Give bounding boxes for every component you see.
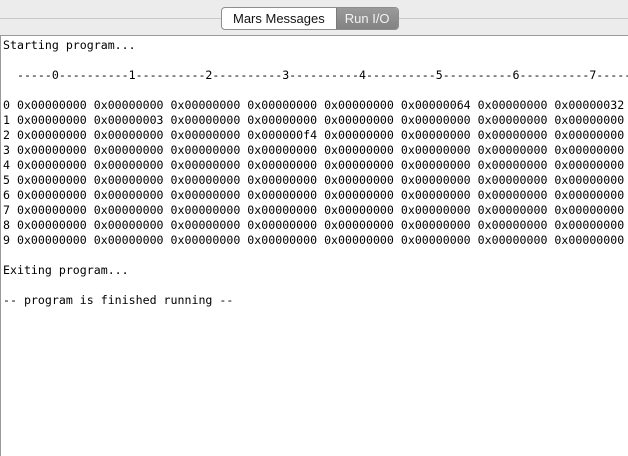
run-io-console[interactable]: Starting program... -----0----------1---… <box>0 35 628 456</box>
start-line: Starting program... <box>3 38 136 52</box>
tab-mars-messages[interactable]: Mars Messages <box>222 8 336 29</box>
tab-run-io[interactable]: Run I/O <box>335 8 398 29</box>
table-row: 4 0x00000000 0x00000000 0x00000000 0x000… <box>3 158 625 172</box>
table-row: 0 0x00000000 0x00000000 0x00000000 0x000… <box>3 98 625 112</box>
column-header: -----0----------1----------2----------3-… <box>3 68 628 82</box>
table-row: 2 0x00000000 0x00000000 0x00000000 0x000… <box>3 128 625 142</box>
table-row: 8 0x00000000 0x00000000 0x00000000 0x000… <box>3 218 625 232</box>
table-row: 5 0x00000000 0x00000000 0x00000000 0x000… <box>3 173 625 187</box>
exit-line: Exiting program... <box>3 263 129 277</box>
console-output: Starting program... -----0----------1---… <box>1 36 628 308</box>
table-row: 1 0x00000000 0x00000003 0x00000000 0x000… <box>3 113 625 127</box>
finished-line: -- program is finished running -- <box>3 293 234 307</box>
table-row: 3 0x00000000 0x00000000 0x00000000 0x000… <box>3 143 625 157</box>
table-row: 9 0x00000000 0x00000000 0x00000000 0x000… <box>3 233 625 247</box>
tab-bar: Mars Messages Run I/O <box>221 7 399 30</box>
table-row: 7 0x00000000 0x00000000 0x00000000 0x000… <box>3 203 625 217</box>
table-row: 6 0x00000000 0x00000000 0x00000000 0x000… <box>3 188 625 202</box>
